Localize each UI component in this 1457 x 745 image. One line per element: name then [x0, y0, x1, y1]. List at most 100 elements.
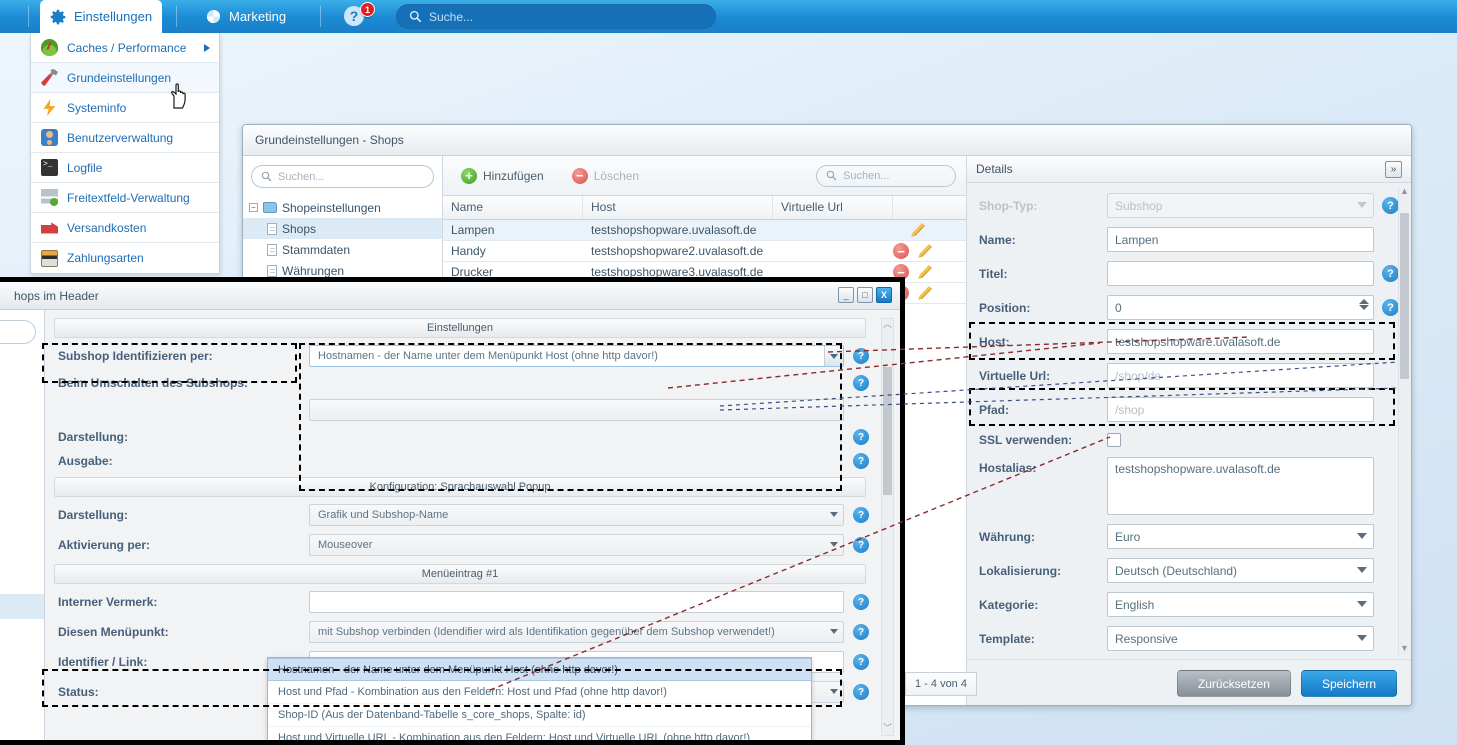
tree-search-input[interactable]: Suchen...: [251, 165, 434, 188]
aktivierung-select[interactable]: Mouseover: [309, 534, 844, 556]
help-icon[interactable]: ?: [1382, 299, 1399, 316]
edit-icon[interactable]: [918, 244, 932, 258]
details-pane: Details » Shop-Typ: Subshop ? Name: Lamp…: [966, 156, 1411, 705]
reset-button[interactable]: Zurücksetzen: [1176, 670, 1291, 697]
dropdown-option[interactable]: Hostnamen - der Name unter dem Menüpunkt…: [268, 658, 811, 681]
sidebar-item-versandkosten[interactable]: Versandkosten: [31, 213, 219, 243]
scroll-down-icon[interactable]: ﹀: [883, 723, 892, 735]
darstellung2-select[interactable]: Grafik und Subshop-Name: [309, 504, 844, 526]
svg-text:?: ?: [350, 8, 359, 24]
edit-icon[interactable]: [918, 286, 932, 300]
field-kategorie: Kategorie: English ?: [979, 592, 1399, 617]
delete-button[interactable]: − Löschen: [564, 165, 647, 187]
folder-icon: [263, 202, 277, 213]
help-icon[interactable]: ?: [853, 654, 869, 670]
details-scrollbar[interactable]: ▲ ▼: [1398, 187, 1409, 655]
minimize-button[interactable]: _: [838, 287, 854, 303]
hostalias-wrap: testshopshopware.uvalasoft.de: [1107, 457, 1374, 515]
sidebar-item-benutzerverwaltung[interactable]: Benutzerverwaltung: [31, 123, 219, 153]
position-stepper[interactable]: [1357, 298, 1370, 317]
help-button[interactable]: ? 1: [343, 2, 375, 29]
edit-icon[interactable]: [918, 265, 932, 279]
grid-column-virtuelle-url[interactable]: Virtuelle Url: [773, 196, 893, 219]
scroll-down-icon[interactable]: ▼: [1400, 644, 1409, 655]
scrollbar-thumb[interactable]: [1400, 213, 1409, 379]
dialog-scrollbar[interactable]: ︿ ﹀: [881, 318, 894, 736]
kategorie-select[interactable]: English: [1107, 592, 1374, 617]
help-icon[interactable]: ?: [853, 348, 869, 364]
lokalisierung-select[interactable]: Deutsch (Deutschland): [1107, 558, 1374, 583]
tree-node-shops[interactable]: Shops: [243, 218, 442, 239]
sidebar-item-caches-performance[interactable]: Caches / Performance: [31, 33, 219, 63]
sidebar-item-logfile[interactable]: Logfile: [31, 153, 219, 183]
nav-separator-1: [28, 6, 29, 27]
sidebar-item-label: Caches / Performance: [67, 40, 187, 55]
stepper-up-icon[interactable]: [1358, 299, 1369, 304]
help-icon[interactable]: ?: [853, 375, 869, 391]
dropdown-option[interactable]: Host und Virtuelle URL - Kombination aus…: [268, 727, 811, 740]
scroll-up-icon[interactable]: ︿: [883, 319, 892, 331]
search-icon: [826, 170, 837, 181]
tree-node-stammdaten[interactable]: Stammdaten: [243, 239, 442, 260]
help-icon[interactable]: ?: [853, 507, 869, 523]
add-button[interactable]: + Hinzufügen: [453, 165, 552, 187]
virtuelle-url-input[interactable]: /shop/de: [1107, 363, 1374, 388]
edit-icon[interactable]: [911, 223, 925, 237]
scroll-up-icon[interactable]: ▲: [1400, 187, 1409, 198]
template-select[interactable]: Responsive: [1107, 626, 1374, 651]
scrollbar-thumb[interactable]: [883, 367, 892, 495]
position-input-wrap: 0: [1107, 295, 1374, 320]
sidebar-item-zahlungsarten[interactable]: Zahlungsarten: [31, 243, 219, 273]
tree-node-shopeinstellungen[interactable]: − Shopeinstellungen: [243, 197, 442, 218]
host-input[interactable]: testshopshopware.uvalasoft.de: [1107, 329, 1374, 354]
interner-vermerk-input[interactable]: [309, 591, 844, 613]
position-input[interactable]: 0: [1107, 295, 1374, 320]
ssl-checkbox[interactable]: [1107, 432, 1121, 447]
dropdown-option[interactable]: Shop-ID (Aus der Datenband-Tabelle s_cor…: [268, 704, 811, 727]
nav-item-einstellungen[interactable]: Einstellungen: [40, 0, 162, 33]
top-navigation-bar: Einstellungen Marketing ? 1 Suche...: [0, 0, 1457, 33]
hostalias-textarea[interactable]: testshopshopware.uvalasoft.de: [1107, 457, 1374, 515]
menuepunkt-select[interactable]: mit Subshop verbinden (Idendifier wird a…: [309, 621, 844, 643]
nav-item-marketing[interactable]: Marketing: [192, 0, 300, 33]
grid-column-name[interactable]: Name: [443, 196, 583, 219]
help-icon[interactable]: ?: [853, 594, 869, 610]
table-row[interactable]: Lampen testshopshopware.uvalasoft.de: [443, 220, 966, 241]
nav-separator-2: [176, 6, 177, 27]
nav-item-einstellungen-label: Einstellungen: [74, 9, 153, 24]
subshop-identifizieren-combo[interactable]: Hostnamen - der Name unter dem Menüpunkt…: [309, 345, 844, 367]
help-icon[interactable]: ?: [853, 453, 869, 469]
sidebar-item-systeminfo[interactable]: Systeminfo: [31, 93, 219, 123]
tree-node-label: Shopeinstellungen: [282, 200, 381, 215]
dialog-left-search[interactable]: [0, 320, 36, 344]
maximize-button[interactable]: □: [857, 287, 873, 303]
help-icon[interactable]: ?: [1382, 265, 1399, 282]
delete-row-icon[interactable]: −: [893, 243, 909, 259]
help-icon[interactable]: ?: [853, 624, 869, 640]
field-position: Position: 0 ?: [979, 295, 1399, 320]
dropdown-option[interactable]: Host und Pfad - Kombination aus den Feld…: [268, 681, 811, 704]
chevron-down-icon[interactable]: [824, 346, 843, 366]
save-button[interactable]: Speichern: [1300, 670, 1397, 697]
titel-input[interactable]: [1107, 261, 1374, 286]
pfad-input[interactable]: /shop: [1107, 397, 1374, 422]
help-icon[interactable]: ?: [853, 684, 869, 700]
table-row[interactable]: Handy testshopshopware2.uvalasoft.de −: [443, 241, 966, 262]
help-icon[interactable]: ?: [853, 429, 869, 445]
global-search-input[interactable]: Suche...: [396, 4, 716, 29]
umschalten-input[interactable]: [309, 399, 844, 421]
grid-column-host[interactable]: Host: [583, 196, 773, 219]
waehrung-select[interactable]: Euro: [1107, 524, 1374, 549]
collapse-panel-button[interactable]: »: [1385, 160, 1402, 178]
tree-expand-icon[interactable]: −: [249, 203, 258, 212]
sidebar-item-grundeinstellungen[interactable]: Grundeinstellungen: [31, 63, 219, 93]
stepper-down-icon[interactable]: [1358, 305, 1369, 310]
close-button[interactable]: X: [876, 287, 892, 303]
subshop-identifizieren-dropdown-list[interactable]: Hostnamen - der Name unter dem Menüpunkt…: [267, 657, 812, 740]
help-icon[interactable]: ?: [1382, 197, 1399, 214]
name-input[interactable]: Lampen: [1107, 227, 1374, 252]
titel-input-wrap: [1107, 261, 1374, 286]
grid-search-input[interactable]: Suchen...: [816, 164, 956, 187]
sidebar-item-freitextfeld-verwaltung[interactable]: Freitextfeld-Verwaltung: [31, 183, 219, 213]
help-icon[interactable]: ?: [853, 537, 869, 553]
